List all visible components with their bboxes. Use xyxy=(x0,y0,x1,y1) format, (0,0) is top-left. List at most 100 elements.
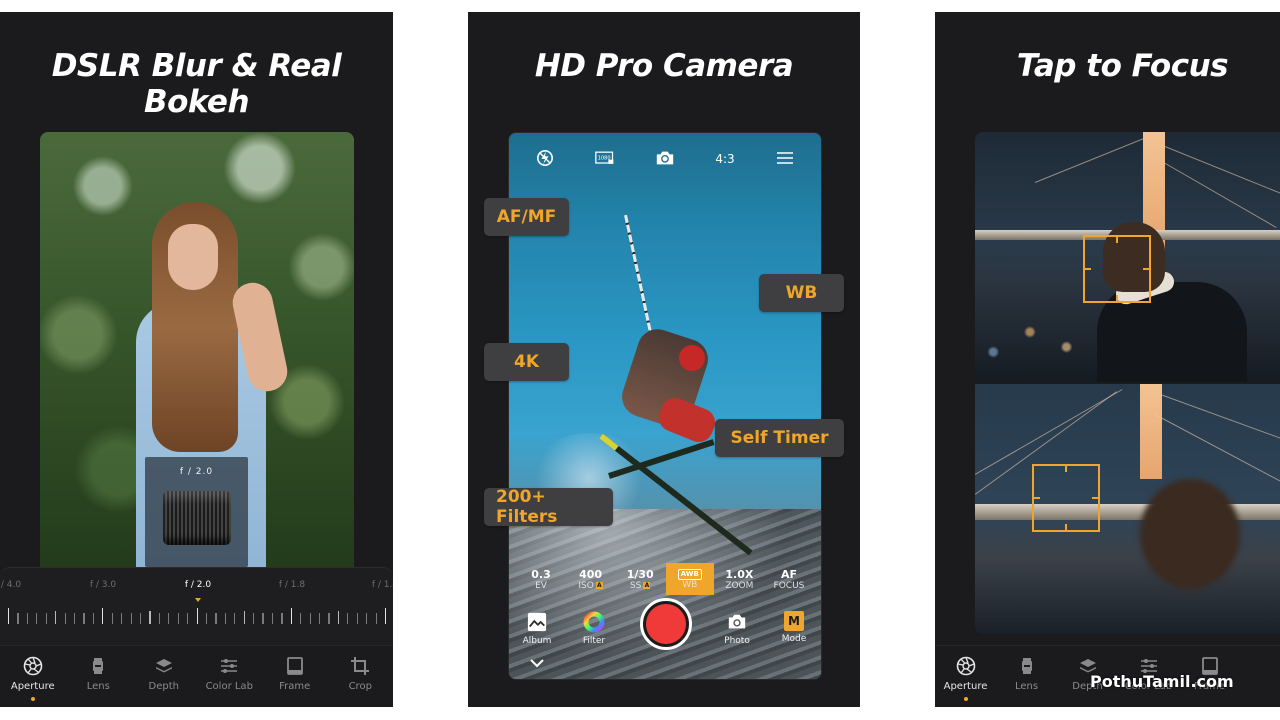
camera-icon xyxy=(726,611,748,633)
setting-ev[interactable]: 0.3 EV xyxy=(517,563,565,595)
ruler-label: f / 3.0 xyxy=(89,580,117,590)
lens-icon xyxy=(88,656,108,676)
frame-icon xyxy=(285,656,305,676)
lens-preview-card: f / 2.0 xyxy=(145,457,248,567)
focus-example-photo-far[interactable] xyxy=(975,384,1280,634)
feature-tag-self-timer: Self Timer xyxy=(715,419,844,457)
nav-label: Color Lab xyxy=(205,681,253,692)
switch-camera-button[interactable] xyxy=(649,148,681,170)
active-indicator-dot xyxy=(30,697,35,701)
ruler-tick xyxy=(328,613,330,624)
ruler-tick xyxy=(375,613,377,624)
ruler-tick xyxy=(26,613,29,624)
blurred-subject-head xyxy=(1140,479,1240,589)
nav-item-color-lab[interactable]: Color Lab xyxy=(197,646,263,707)
bridge-tower xyxy=(1140,384,1162,479)
ruler-tick xyxy=(149,611,151,624)
camera-settings-row: 0.3 EV 400 ISO A 1/30 SS A AWB WB 1.0X ZOO… xyxy=(517,563,813,595)
setting-zoom[interactable]: 1.0X ZOOM xyxy=(715,563,763,595)
ruler-tick xyxy=(64,613,66,624)
album-button[interactable]: Album xyxy=(512,611,562,646)
ruler-tick xyxy=(73,613,76,624)
nav-label: Aperture xyxy=(10,681,55,692)
nav-item-depth[interactable]: Depth xyxy=(131,646,197,707)
setting-value: 400 xyxy=(579,567,603,581)
filter-label: Filter xyxy=(582,636,606,646)
setting-shutter-speed[interactable]: 1/30 SS A xyxy=(616,563,664,595)
setting-label-text: EV xyxy=(535,580,547,591)
ruler-tick xyxy=(36,613,38,624)
focus-box-near[interactable] xyxy=(1083,235,1151,303)
portrait-subject-face xyxy=(168,224,218,290)
setting-iso[interactable]: 400 ISO A xyxy=(567,563,615,595)
aperture-slider[interactable]: f / 4.0 f / 3.0 f / 2.0 f / 1.8 f / 1.4 xyxy=(0,567,393,647)
panel-hd-pro-camera: HD Pro Camera 1080 4:3 0.3 EV 400 ISO A … xyxy=(468,12,860,707)
setting-focus[interactable]: AF FOCUS xyxy=(765,563,813,595)
mode-m-icon: M xyxy=(784,611,804,631)
photo-mode-button[interactable]: Photo xyxy=(712,611,762,646)
ruler-tick xyxy=(347,613,349,624)
bridge-cable xyxy=(1034,137,1147,183)
sliders-icon xyxy=(219,656,239,676)
photo-label: Photo xyxy=(724,636,750,646)
headline-hd-pro-camera: HD Pro Camera xyxy=(534,48,794,84)
ruler-tick xyxy=(187,613,189,624)
nav-item-frame[interactable]: Frame xyxy=(262,646,328,707)
nav-item-crop[interactable]: Crop xyxy=(328,646,394,707)
setting-label: ZOOM xyxy=(725,581,753,591)
bridge-cable xyxy=(1154,414,1280,486)
ruler-tick xyxy=(92,613,94,624)
resolution-button[interactable]: 1080 xyxy=(589,148,621,170)
record-button[interactable] xyxy=(640,598,692,650)
ruler-label: f / 4.0 xyxy=(0,580,22,590)
nav-label: Depth xyxy=(148,681,179,692)
focus-box-far[interactable] xyxy=(1032,464,1100,532)
nav-item-lens[interactable]: Lens xyxy=(66,646,132,707)
ruler-tick xyxy=(45,613,47,624)
skier-pants xyxy=(654,393,720,447)
collapse-panel-button[interactable] xyxy=(527,655,547,671)
ruler-tick xyxy=(111,613,113,624)
aperture-icon xyxy=(956,656,976,676)
camera-lens-image xyxy=(163,491,231,545)
feature-tag-af-mf: AF/MF xyxy=(484,198,569,236)
selfie-stick xyxy=(624,214,656,348)
ruler-tick xyxy=(205,613,208,624)
ruler-tick xyxy=(290,608,292,624)
ruler-tick xyxy=(262,613,264,624)
ruler-label: f / 1.8 xyxy=(278,580,306,590)
camera-top-bar: 1080 4:3 xyxy=(509,147,821,171)
album-label: Album xyxy=(522,636,552,646)
setting-value: 1/30 xyxy=(626,567,654,581)
ruler-tick xyxy=(177,613,179,624)
ruler-tick xyxy=(337,611,340,624)
flash-toggle-button[interactable] xyxy=(529,148,561,170)
ruler-tick xyxy=(366,613,368,624)
setting-value: 1.0X xyxy=(725,567,754,581)
setting-white-balance[interactable]: AWB WB xyxy=(665,563,714,595)
panel-tap-to-focus: Tap to Focus Aperture Lens Depth Color L… xyxy=(935,12,1280,707)
setting-label: EV xyxy=(535,581,547,591)
nav-item-lens[interactable]: Lens xyxy=(996,646,1057,707)
resolution-1080-icon: 1080 xyxy=(595,149,615,170)
slider-pointer-icon[interactable] xyxy=(195,598,201,602)
layers-icon xyxy=(154,656,174,676)
nav-item-aperture[interactable]: Aperture xyxy=(935,646,996,707)
menu-icon xyxy=(775,149,795,170)
setting-value: AF xyxy=(780,567,797,581)
bottom-nav: Aperture Lens Depth Color Lab Frame xyxy=(0,645,393,707)
headline-tap-to-focus: Tap to Focus xyxy=(1016,48,1229,84)
focus-example-photo-near[interactable] xyxy=(975,132,1280,382)
filter-button[interactable]: Filter xyxy=(569,611,619,646)
ruler-tick xyxy=(271,613,274,624)
ruler-tick xyxy=(243,611,245,624)
aspect-ratio-button[interactable]: 4:3 xyxy=(709,148,741,170)
ruler-tick xyxy=(281,613,283,624)
setting-value: 0.3 xyxy=(531,567,551,581)
setting-label-text: SS xyxy=(629,580,642,591)
setting-label: FOCUS xyxy=(774,581,805,591)
feature-tag-filters: 200+ Filters xyxy=(484,487,613,527)
nav-item-aperture[interactable]: Aperture xyxy=(0,646,66,707)
mode-button[interactable]: M Mode xyxy=(769,611,819,644)
menu-button[interactable] xyxy=(769,148,801,170)
